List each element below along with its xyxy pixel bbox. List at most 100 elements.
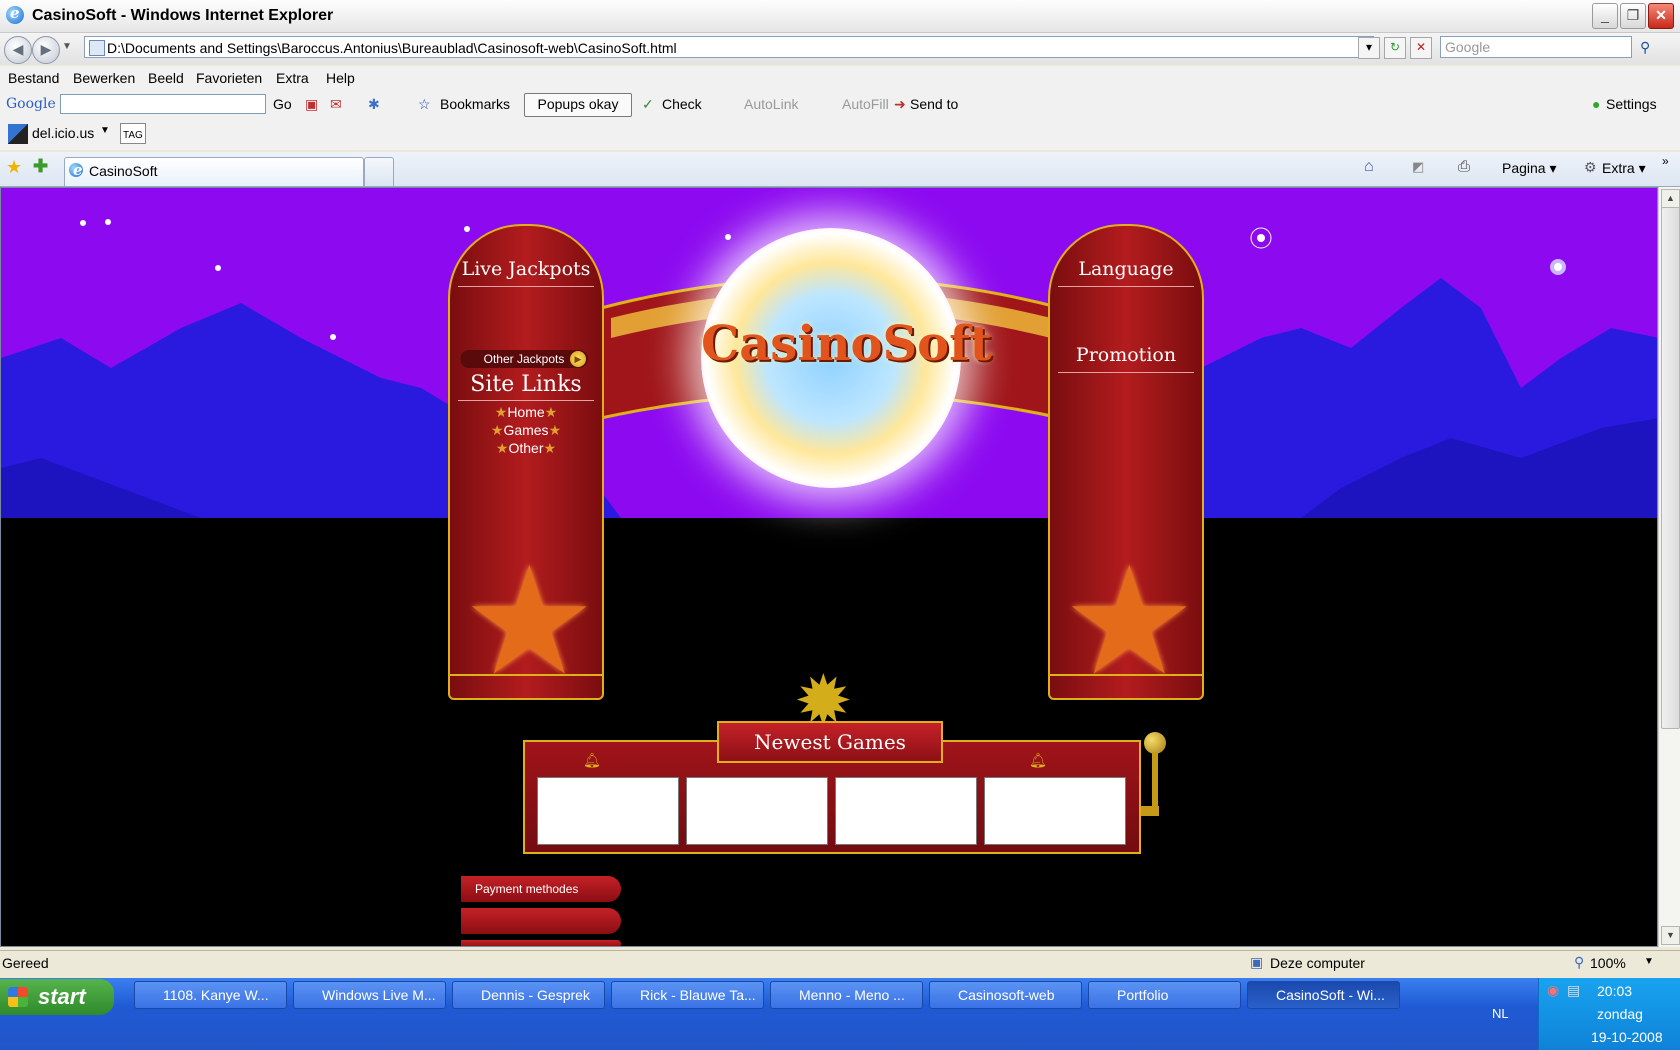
google-search-input[interactable] [60, 94, 266, 114]
other-jackpots-button[interactable]: Other Jackpots [460, 350, 588, 368]
game-slot-2[interactable] [686, 777, 828, 845]
forward-button[interactable]: ▶ [32, 36, 60, 64]
autolink-button[interactable]: AutoLink [744, 96, 798, 112]
refresh-button[interactable]: ↻ [1384, 37, 1406, 59]
taskbar-item-casinosoft-ie[interactable]: CasinoSoft - Wi... [1247, 981, 1400, 1009]
favorites-star-icon[interactable]: ★ [6, 157, 22, 178]
game-slot-4[interactable] [984, 777, 1126, 845]
divider [1058, 286, 1194, 287]
extra-tools-label: Extra [1602, 160, 1635, 176]
address-bar[interactable]: D:\Documents and Settings\Baroccus.Anton… [84, 36, 1374, 58]
new-tab-button[interactable] [364, 157, 394, 186]
zoom-button[interactable]: 100% [1590, 955, 1626, 971]
print-icon[interactable]: ⎙ [1458, 158, 1470, 175]
taskbar-item-portfolio[interactable]: Portfolio [1088, 981, 1241, 1009]
taskbar-item-rick[interactable]: Rick - Blauwe Ta... [611, 981, 764, 1009]
window-title: CasinoSoft - Windows Internet Explorer [32, 7, 334, 24]
zoom-dropdown-icon[interactable]: ▼ [1644, 956, 1654, 967]
network-icon[interactable]: ▤ [1567, 982, 1580, 999]
taskbar: start 1108. Kanye W... Windows Live M...… [0, 978, 1680, 1050]
delicious-dropdown-icon[interactable]: ▼ [100, 125, 110, 136]
link-home[interactable]: ★Home★ [450, 404, 602, 421]
delicious-tag-button[interactable]: TAG [120, 123, 146, 144]
autofill-button[interactable]: AutoFill [842, 96, 889, 112]
menu-favorieten[interactable]: Favorieten [196, 70, 262, 86]
link-home-label: Home [507, 404, 545, 420]
payment-methods-button[interactable]: Payment methodes [461, 876, 621, 902]
popups-button[interactable]: Popups okay [524, 93, 632, 117]
logo-text: CasinoSoft [701, 316, 992, 372]
taskbar-item-dennis[interactable]: Dennis - Gesprek [452, 981, 605, 1009]
settings-button[interactable]: Settings [1606, 96, 1657, 112]
search-icon[interactable]: ⚲ [1640, 39, 1650, 56]
add-favorite-icon[interactable]: ✚ [33, 156, 48, 177]
address-dropdown-button[interactable]: ▾ [1358, 37, 1380, 59]
menu-extra[interactable]: Extra [276, 70, 309, 86]
menu-bewerken[interactable]: Bewerken [73, 70, 135, 86]
menu-bestand[interactable]: Bestand [8, 70, 59, 86]
scroll-up-button[interactable]: ▲ [1661, 189, 1680, 208]
star-icon: ★ [544, 404, 558, 420]
home-icon[interactable]: ⌂ [1364, 158, 1374, 176]
slot-lever-arm [1152, 752, 1158, 812]
link-games[interactable]: ★Games★ [450, 422, 602, 439]
panel-footer-line [450, 674, 602, 676]
zone-text: Deze computer [1270, 955, 1365, 971]
gmail-icon[interactable]: ✉ [330, 96, 342, 113]
game-slot-1[interactable] [537, 777, 679, 845]
link-games-label: Games [503, 422, 549, 438]
sendto-button[interactable]: Send to [910, 96, 958, 112]
delicious-button[interactable]: del.icio.us [32, 125, 94, 141]
star-icon: ★ [495, 440, 509, 456]
extra-tools-button[interactable]: Extra ▾ [1602, 160, 1646, 177]
clock-time[interactable]: 20:03 [1597, 983, 1632, 999]
scroll-thumb[interactable] [1661, 207, 1680, 729]
chevron-more-icon[interactable]: » [1662, 154, 1669, 168]
star-icon: ★ [494, 404, 508, 420]
bookmarks-button[interactable]: Bookmarks [440, 96, 510, 112]
spellcheck-icon: ✓ [642, 96, 654, 112]
search-input[interactable]: Google [1440, 36, 1632, 58]
slot-lever-knob[interactable] [1144, 732, 1166, 754]
casinosoft-logo: CasinoSoft [701, 228, 992, 488]
link-other[interactable]: ★Other★ [450, 440, 602, 457]
taskbar-item-casinosoft-web[interactable]: Casinosoft-web [929, 981, 1082, 1009]
check-button[interactable]: Check [662, 96, 702, 112]
pagina-button[interactable]: Pagina ▾ [1502, 160, 1557, 177]
start-button[interactable]: start [0, 979, 114, 1015]
language-indicator[interactable]: NL [1492, 1006, 1509, 1021]
stop-button[interactable]: ✕ [1410, 37, 1432, 59]
next-jackpot-button[interactable]: ▶ [570, 351, 586, 367]
bookmarks-star-icon: ☆ [418, 96, 431, 112]
tab-label: CasinoSoft [89, 163, 158, 179]
menu-help[interactable]: Help [326, 70, 355, 86]
taskbar-item-live-messenger[interactable]: Windows Live M... [293, 981, 446, 1009]
vertical-scrollbar[interactable]: ▲ ▼ [1658, 187, 1680, 947]
panel-footer-line [1050, 674, 1202, 676]
windows-logo-icon [8, 987, 28, 1007]
minimize-button[interactable]: _ [1592, 3, 1618, 29]
taskbar-item-winamp[interactable]: 1108. Kanye W... [134, 981, 287, 1009]
tab-casinosoft[interactable]: CasinoSoft [64, 157, 364, 186]
tray-icon[interactable]: ◉ [1547, 982, 1559, 999]
maximize-button[interactable]: ❐ [1620, 3, 1646, 29]
menu-tab-blank[interactable] [461, 908, 621, 934]
history-dropdown-icon[interactable]: ▼ [62, 41, 72, 52]
menu-tab-blank[interactable] [461, 940, 621, 946]
close-button[interactable]: ✕ [1648, 3, 1674, 29]
delicious-icon [8, 124, 28, 144]
newest-games-title: Newest Games [717, 721, 943, 763]
google-go-button[interactable]: Go [273, 96, 292, 112]
back-button[interactable]: ◀ [4, 36, 32, 64]
title-bar: CasinoSoft - Windows Internet Explorer _… [0, 0, 1680, 33]
tab-ie-icon [69, 161, 83, 179]
puzzle-icon[interactable]: ✱ [368, 96, 380, 113]
taskbar-item-menno[interactable]: Menno - Meno ... [770, 981, 923, 1009]
menu-beeld[interactable]: Beeld [148, 70, 184, 86]
computer-icon: ▣ [1250, 954, 1264, 970]
feeds-icon[interactable]: ◩ [1412, 159, 1424, 175]
clock-day: zondag [1597, 1006, 1643, 1022]
slot-lever-base [1141, 806, 1159, 816]
scroll-down-button[interactable]: ▼ [1661, 926, 1680, 945]
game-slot-3[interactable] [835, 777, 977, 845]
